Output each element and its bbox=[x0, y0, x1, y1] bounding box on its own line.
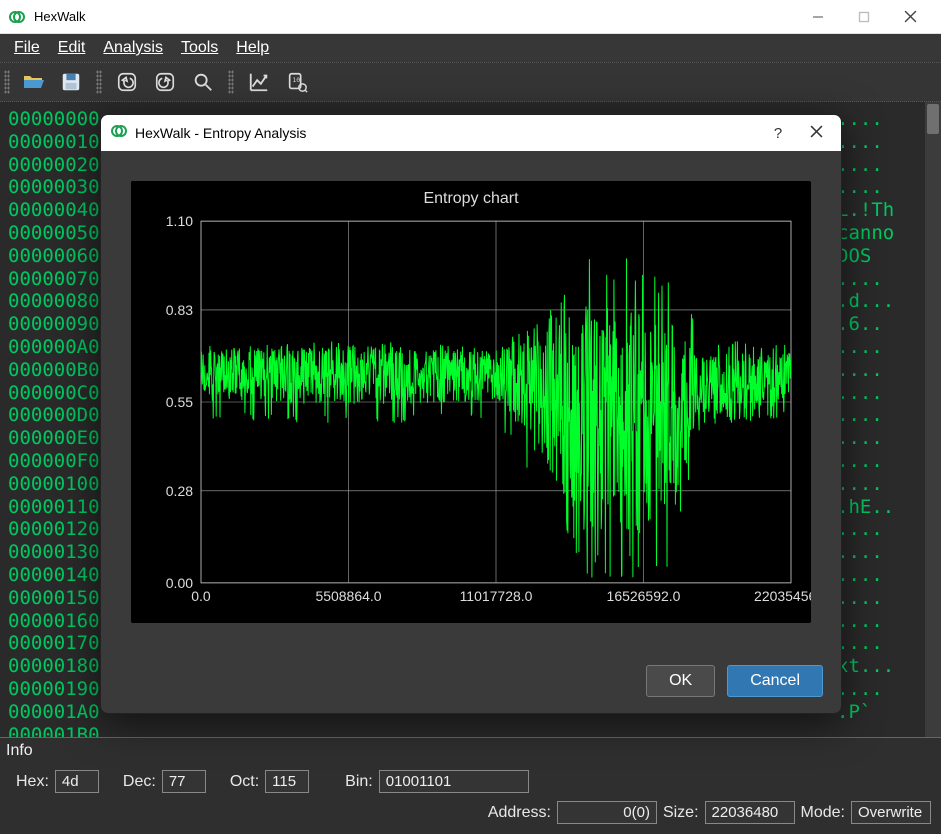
entropy-dialog: HexWalk - Entropy Analysis ? Entropy cha… bbox=[100, 114, 842, 714]
menu-file[interactable]: File bbox=[6, 37, 48, 59]
svg-text:22035456.0: 22035456.0 bbox=[754, 588, 811, 604]
dialog-title: HexWalk - Entropy Analysis bbox=[135, 125, 306, 141]
cancel-button[interactable]: Cancel bbox=[727, 665, 823, 697]
dialog-titlebar: HexWalk - Entropy Analysis ? bbox=[101, 115, 841, 151]
window-controls bbox=[795, 2, 933, 32]
info-panel: Info Hex: 4d Dec: 77 Oct: 115 Bin: 01001… bbox=[0, 737, 941, 834]
dec-value[interactable]: 77 bbox=[162, 770, 206, 793]
toolbar-handle[interactable] bbox=[4, 70, 10, 94]
hex-value[interactable]: 4d bbox=[55, 770, 99, 793]
entropy-chart[interactable]: Entropy chart 0.0 5508864.0 11017728.0 16526… bbox=[131, 181, 811, 623]
toolbar-separator bbox=[228, 70, 234, 94]
help-button[interactable]: ? bbox=[763, 125, 793, 142]
save-icon[interactable] bbox=[56, 67, 86, 97]
app-icon bbox=[111, 123, 127, 144]
menu-tools[interactable]: Tools bbox=[173, 37, 226, 59]
dialog-close-button[interactable] bbox=[801, 125, 831, 142]
oct-label: Oct: bbox=[230, 773, 259, 791]
ok-button[interactable]: OK bbox=[646, 665, 715, 697]
undo-icon[interactable] bbox=[112, 67, 142, 97]
close-button[interactable] bbox=[887, 2, 933, 32]
svg-text:0.28: 0.28 bbox=[166, 483, 193, 499]
dec-label: Dec: bbox=[123, 773, 156, 791]
app-icon bbox=[8, 8, 26, 26]
size-value[interactable]: 22036480 bbox=[705, 801, 795, 824]
minimize-button[interactable] bbox=[795, 2, 841, 32]
svg-text:5508864.0: 5508864.0 bbox=[315, 588, 381, 604]
chart-icon[interactable] bbox=[244, 67, 274, 97]
svg-text:0.55: 0.55 bbox=[166, 394, 193, 410]
open-icon[interactable] bbox=[18, 67, 48, 97]
info-title: Info bbox=[6, 742, 935, 760]
toolbar: 10 bbox=[0, 62, 941, 102]
binary-analysis-icon[interactable]: 10 bbox=[282, 67, 312, 97]
svg-text:16526592.0: 16526592.0 bbox=[607, 588, 681, 604]
chart-container: Entropy chart 0.0 5508864.0 11017728.0 16526… bbox=[101, 151, 841, 653]
menu-edit[interactable]: Edit bbox=[50, 37, 94, 59]
main-window: HexWalk File Edit Analysis Tools Help bbox=[0, 0, 941, 834]
menu-help[interactable]: Help bbox=[228, 37, 277, 59]
menubar: File Edit Analysis Tools Help bbox=[0, 34, 941, 62]
scrollbar[interactable] bbox=[925, 102, 941, 737]
size-label: Size: bbox=[663, 804, 699, 822]
hex-label: Hex: bbox=[16, 773, 49, 791]
oct-value[interactable]: 115 bbox=[265, 770, 309, 793]
svg-text:11017728.0: 11017728.0 bbox=[460, 588, 533, 604]
bin-label: Bin: bbox=[345, 773, 373, 791]
svg-text:0.83: 0.83 bbox=[166, 302, 193, 318]
mode-value[interactable]: Overwrite bbox=[851, 801, 931, 824]
svg-text:Entropy chart: Entropy chart bbox=[423, 189, 519, 207]
maximize-button[interactable] bbox=[841, 2, 887, 32]
titlebar: HexWalk bbox=[0, 0, 941, 34]
bin-value[interactable]: 01001101 bbox=[379, 770, 529, 793]
app-title: HexWalk bbox=[34, 9, 86, 24]
menu-analysis[interactable]: Analysis bbox=[95, 37, 171, 59]
search-icon[interactable] bbox=[188, 67, 218, 97]
dialog-buttons: OK Cancel bbox=[101, 653, 841, 713]
svg-text:0.0: 0.0 bbox=[191, 588, 211, 604]
svg-text:0.00: 0.00 bbox=[166, 575, 193, 591]
address-label: Address: bbox=[488, 804, 551, 822]
svg-text:1.10: 1.10 bbox=[166, 213, 193, 229]
address-value[interactable]: 0(0) bbox=[557, 801, 657, 824]
svg-text:10: 10 bbox=[292, 76, 300, 84]
toolbar-separator bbox=[96, 70, 102, 94]
scrollbar-thumb[interactable] bbox=[927, 104, 939, 134]
redo-icon[interactable] bbox=[150, 67, 180, 97]
mode-label: Mode: bbox=[801, 804, 845, 822]
